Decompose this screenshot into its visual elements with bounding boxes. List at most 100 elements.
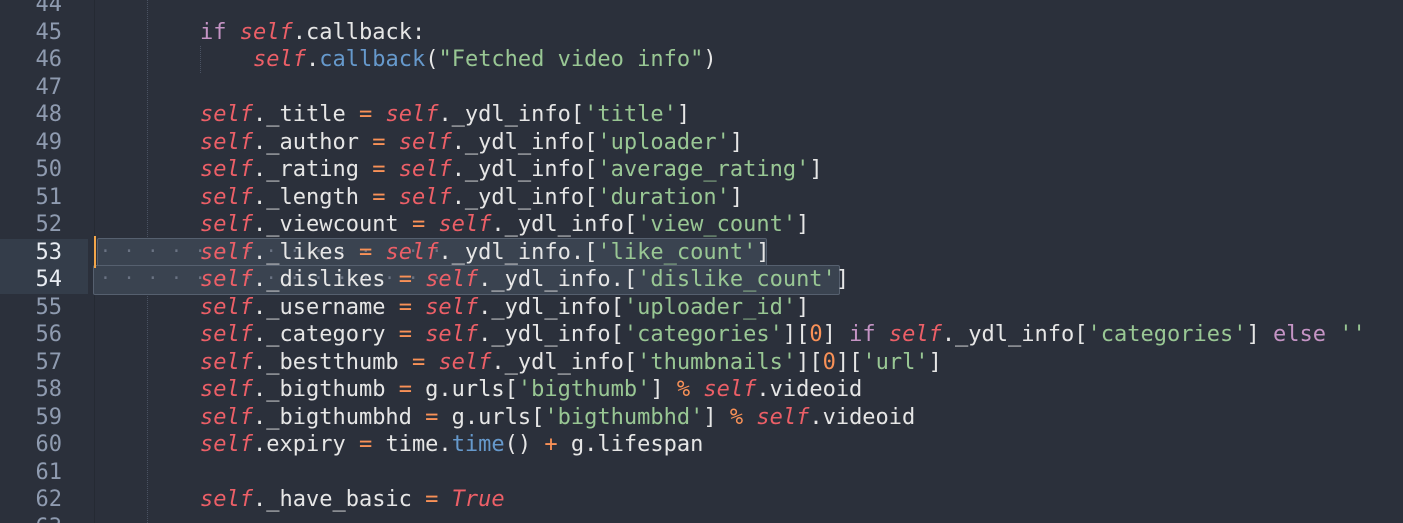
code-token-op: = xyxy=(398,294,412,320)
code-token-txt: ._ydl_info[ xyxy=(491,212,638,237)
code-token-txt: ( xyxy=(425,47,439,72)
code-token-txt: ._ydl_info[ xyxy=(438,102,585,127)
code-line[interactable]: self.expiry = time.time() + g.lifespan xyxy=(200,431,703,459)
code-token-op: = xyxy=(372,184,386,210)
line-number[interactable]: 44 xyxy=(0,0,63,19)
line-number[interactable]: 48 xyxy=(0,101,63,129)
code-token-txt: .videoid xyxy=(809,404,916,430)
code-token-txt: .callback: xyxy=(292,19,426,45)
code-token-self: self xyxy=(425,267,479,292)
code-token-self: self xyxy=(756,404,810,430)
line-number[interactable]: 60 xyxy=(0,431,63,459)
line-number[interactable]: 61 xyxy=(0,459,63,487)
code-token-fn: time xyxy=(451,432,505,457)
code-line[interactable]: self._bigthumb = g.urls['bigthumb'] % se… xyxy=(200,376,862,404)
line-number[interactable]: 50 xyxy=(0,156,63,184)
code-token-txt: ._author xyxy=(252,129,373,155)
line-number[interactable]: 54 xyxy=(0,266,88,294)
line-number[interactable]: 59 xyxy=(0,404,63,432)
code-token-op: + xyxy=(544,432,558,457)
code-line[interactable]: self._length = self._ydl_info['duration'… xyxy=(200,184,743,212)
text-cursor xyxy=(94,236,96,268)
code-token-txt: g.urls[ xyxy=(411,377,518,402)
code-token-txt: ] xyxy=(796,294,810,320)
code-line[interactable]: self._likes = self._ydl_info.['like_coun… xyxy=(200,239,770,267)
code-token-self: self xyxy=(438,349,492,375)
line-number[interactable]: 55 xyxy=(0,294,63,322)
code-token-str: '' xyxy=(1339,322,1366,347)
code-token-txt: ][ xyxy=(782,322,810,347)
code-line[interactable]: self._bestthumb = self._ydl_info['thumbn… xyxy=(200,349,942,377)
code-line[interactable]: self.callback("Fetched video info") xyxy=(253,46,717,74)
code-token-true: True xyxy=(451,487,505,512)
code-line[interactable]: self._author = self._ydl_info['uploader'… xyxy=(200,129,743,157)
code-line[interactable]: self._bigthumbhd = g.urls['bigthumbhd'] … xyxy=(200,404,915,432)
line-number[interactable]: 45 xyxy=(0,19,63,47)
code-token-txt: . xyxy=(305,47,320,72)
line-number[interactable]: 52 xyxy=(0,211,63,239)
line-number[interactable]: 58 xyxy=(0,376,63,404)
code-token-self: self xyxy=(200,404,253,430)
line-number[interactable]: 51 xyxy=(0,184,63,212)
code-token-self: self xyxy=(200,349,253,375)
line-number[interactable]: 56 xyxy=(0,321,63,349)
code-line[interactable]: self._category = self._ydl_info['categor… xyxy=(200,321,1366,349)
line-number[interactable]: 46 xyxy=(0,46,63,74)
indent-guide xyxy=(200,46,201,73)
code-token-txt: ._ydl_info.[ xyxy=(478,267,638,292)
line-number[interactable]: 47 xyxy=(0,74,63,102)
line-number[interactable]: 62 xyxy=(0,486,63,514)
code-line[interactable]: self._title = self._ydl_info['title'] xyxy=(200,101,690,129)
code-token-op: = xyxy=(358,432,373,457)
code-line[interactable]: if self.callback: xyxy=(200,19,425,47)
code-token-self: self xyxy=(425,294,479,320)
code-token-self: self xyxy=(200,322,253,347)
code-token-str: 'thumbnails' xyxy=(637,349,797,375)
code-token-self: self xyxy=(425,322,479,347)
code-token-txt: () xyxy=(504,432,545,457)
code-token-str: 'duration' xyxy=(597,184,730,210)
code-token-txt: ] xyxy=(928,349,942,375)
code-token-txt: ] xyxy=(729,129,744,155)
code-token-txt: ] xyxy=(809,157,823,182)
code-token-str: 'average_rating' xyxy=(597,157,810,182)
code-token-str: 'uploader_id' xyxy=(623,294,797,320)
line-number[interactable]: 63 xyxy=(0,514,63,523)
code-token-txt: ] xyxy=(703,404,730,430)
code-token-str: 'bigthumb' xyxy=(517,377,651,402)
code-line[interactable]: self._have_basic = True xyxy=(200,486,505,514)
code-token-op: = xyxy=(398,267,412,292)
code-token-txt: ._have_basic xyxy=(252,487,426,512)
code-token-txt: ._ydl_info[ xyxy=(478,322,624,347)
code-token-txt: .expiry xyxy=(252,432,359,457)
code-line[interactable]: self._username = self._ydl_info['uploade… xyxy=(200,294,809,322)
code-token-self: self xyxy=(200,212,253,237)
code-token-txt: ][ xyxy=(835,349,863,375)
line-number[interactable]: 49 xyxy=(0,129,63,157)
code-token-txt: ] xyxy=(756,239,770,265)
code-token-txt: ] xyxy=(835,267,850,292)
code-token-txt: ._viewcount xyxy=(252,212,412,237)
code-token-kw: if xyxy=(200,19,240,45)
code-line[interactable]: self._rating = self._ydl_info['average_r… xyxy=(200,156,823,184)
code-token-txt: ][ xyxy=(796,349,823,375)
code-token-txt: ] xyxy=(1246,322,1273,347)
code-token-txt: ._dislikes xyxy=(252,267,399,292)
code-token-op: = xyxy=(372,129,386,155)
line-number[interactable]: 53 xyxy=(0,238,88,266)
code-line[interactable]: self._dislikes = self._ydl_info.['dislik… xyxy=(200,266,849,294)
code-token-self: self xyxy=(888,322,942,347)
line-number-label: 54 xyxy=(35,267,63,292)
line-number[interactable]: 57 xyxy=(0,349,63,377)
code-token-str: 'bigthumbhd' xyxy=(544,404,704,430)
code-token-str: 'categories' xyxy=(1087,322,1247,347)
code-line[interactable]: self._viewcount = self._ydl_info['view_c… xyxy=(200,211,809,239)
code-token-op: = xyxy=(358,239,373,265)
code-editor[interactable]: 4445464748495051525354555657585960616263… xyxy=(0,0,1403,523)
code-token-op: % xyxy=(729,404,744,430)
